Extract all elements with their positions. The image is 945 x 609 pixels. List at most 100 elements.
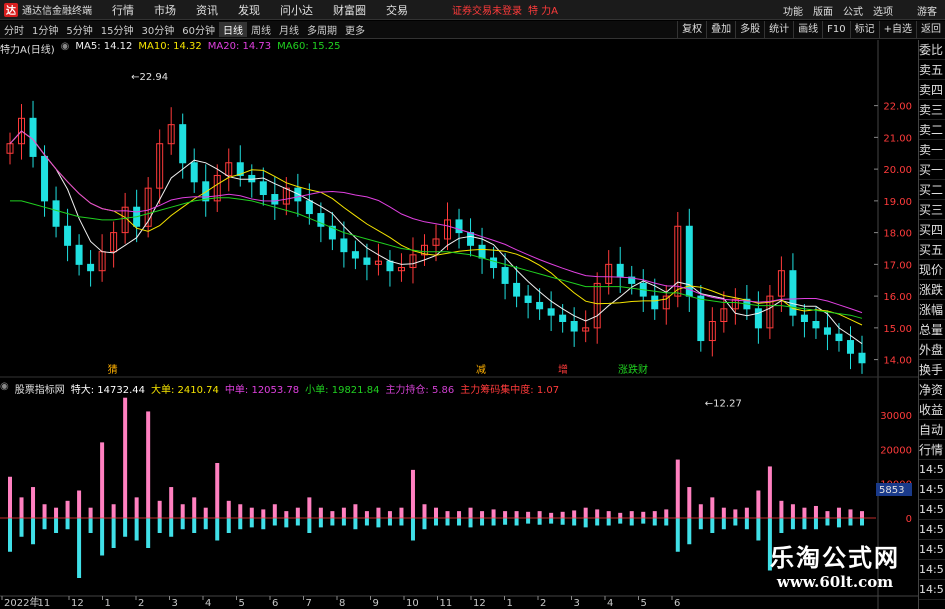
menu-ask[interactable]: 问小达	[280, 2, 313, 18]
volume-sell-bar	[860, 518, 864, 526]
quote-panel-item: 行情	[919, 440, 945, 460]
add-favorite-button[interactable]: +自选	[878, 21, 916, 39]
mark-button[interactable]: 标记	[849, 21, 879, 39]
volume-buy-bar	[825, 511, 830, 518]
volume-buy-bar	[215, 463, 220, 518]
ma5-value: MA5: 14.12	[75, 41, 133, 52]
period-multi[interactable]: 多周期	[303, 22, 341, 37]
menu-layout[interactable]: 版面	[813, 3, 833, 18]
time-tick-label: 5	[239, 598, 245, 609]
menu-trade[interactable]: 交易	[386, 2, 408, 18]
volume-sell-bar	[537, 518, 542, 525]
stock-title: 特 力A	[528, 6, 559, 17]
volume-buy-bar	[491, 509, 496, 518]
ma10-value: MA10: 14.32	[138, 41, 202, 52]
volume-sell-bar	[733, 518, 738, 526]
period-60min[interactable]: 60分钟	[178, 22, 219, 37]
multi-stock-button[interactable]: 多股	[735, 21, 764, 39]
volume-buy-bar	[272, 504, 277, 518]
volume-buy-bar	[192, 497, 197, 518]
volume-sell-bar	[65, 518, 70, 530]
period-1min[interactable]: 1分钟	[28, 22, 62, 37]
menu-discover[interactable]: 发现	[238, 2, 260, 18]
price-tick-label: 15.00	[883, 324, 912, 335]
time-tick-label: 1	[105, 598, 111, 609]
volume-buy-bar	[721, 507, 726, 518]
login-status[interactable]: 证券交易未登录	[452, 2, 522, 17]
back-button[interactable]: 返回	[916, 21, 945, 39]
draw-line-button[interactable]: 画线	[793, 21, 822, 39]
volume-buy-bar	[652, 511, 657, 518]
period-intraday[interactable]: 分时	[0, 22, 28, 37]
quote-panel-item: 委比	[919, 40, 945, 60]
volume-sell-bar	[618, 518, 623, 524]
time-tick-label: 2022年	[4, 596, 39, 609]
volume-buy-bar	[157, 500, 162, 518]
quote-panel-item: 总量	[919, 320, 945, 340]
volume-sell-bar	[307, 518, 312, 533]
dadan-value: 大单: 2410.74	[151, 385, 219, 396]
volume-tick-label: 30000	[880, 411, 912, 422]
volume-buy-bar	[387, 511, 392, 518]
volume-sell-bar	[318, 518, 323, 528]
volume-sell-bar	[111, 518, 116, 548]
f10-button[interactable]: F10	[822, 21, 849, 39]
time-tick-label: 10	[406, 598, 419, 609]
volume-buy-bar	[284, 511, 289, 518]
candle-body	[351, 251, 359, 259]
volume-buy-bar	[595, 509, 600, 518]
stock-name: 特力A	[0, 45, 27, 56]
quote-panel-item: 自动	[919, 420, 945, 440]
menu-options[interactable]: 选项	[873, 3, 893, 18]
volume-buy-bar	[77, 490, 82, 518]
quote-panel-item: 卖四	[919, 80, 945, 100]
period-monthly[interactable]: 月线	[275, 22, 303, 37]
volume-buy-bar	[664, 509, 669, 518]
candle-body	[501, 267, 509, 284]
kline-chart[interactable]: 22.00 21.00 20.00 19.00 18.00 17.00 16.00 15.00…	[0, 40, 918, 609]
menu-market[interactable]: 市场	[154, 2, 176, 18]
volume-buy-bar	[203, 507, 208, 518]
volume-sell-bar	[675, 518, 680, 552]
menu-formula[interactable]: 公式	[843, 3, 863, 18]
ma60-value: MA60: 15.25	[277, 41, 341, 52]
overlay-button[interactable]: 叠加	[706, 21, 735, 39]
volume-buy-bar	[744, 507, 749, 518]
volume-buy-bar	[295, 507, 300, 518]
adjust-button[interactable]: 复权	[677, 21, 706, 39]
volume-sell-bar	[261, 518, 266, 530]
period-more[interactable]: 更多	[341, 22, 369, 37]
volume-buy-bar	[54, 507, 59, 518]
statistics-button[interactable]: 统计	[764, 21, 793, 39]
quote-panel-item: 现价	[919, 260, 945, 280]
volume-buy-bar	[802, 507, 807, 518]
quote-panel-item: 净资	[919, 380, 945, 400]
menu-news[interactable]: 资讯	[196, 2, 218, 18]
volume-sell-bar	[295, 518, 300, 526]
menu-market-quote[interactable]: 行情	[112, 2, 134, 18]
volume-sell-bar	[813, 518, 818, 530]
period-15min[interactable]: 15分钟	[97, 22, 138, 37]
menu-wealth-circle[interactable]: 财富圈	[333, 2, 366, 18]
period-30min[interactable]: 30分钟	[137, 22, 178, 37]
candle-body	[524, 295, 532, 303]
volume-sell-bar	[468, 518, 473, 528]
price-tick-label: 14.00	[883, 356, 912, 367]
settings-icon[interactable]: ◉	[0, 381, 9, 395]
volume-sell-bar	[88, 518, 93, 533]
volume-buy-bar	[549, 512, 554, 518]
period-5min[interactable]: 5分钟	[62, 22, 96, 37]
period-weekly[interactable]: 周线	[247, 22, 275, 37]
period-toolbar: 分时 1分钟 5分钟 15分钟 30分钟 60分钟 日线 周线 月线 多周期 更…	[0, 21, 945, 39]
period-daily[interactable]: 日线	[218, 22, 247, 37]
event-marker-label: 猜	[108, 363, 118, 376]
menu-guest[interactable]: 游客	[917, 3, 937, 18]
menu-function[interactable]: 功能	[783, 3, 803, 18]
settings-icon[interactable]: ◉	[61, 41, 70, 55]
volume-buy-bar	[134, 497, 139, 518]
volume-sell-bar	[779, 518, 784, 533]
time-tick-label: 12	[71, 598, 84, 609]
candle-body	[75, 244, 83, 265]
volume-sell-bar	[721, 518, 726, 530]
volume-buy-bar	[675, 459, 680, 518]
